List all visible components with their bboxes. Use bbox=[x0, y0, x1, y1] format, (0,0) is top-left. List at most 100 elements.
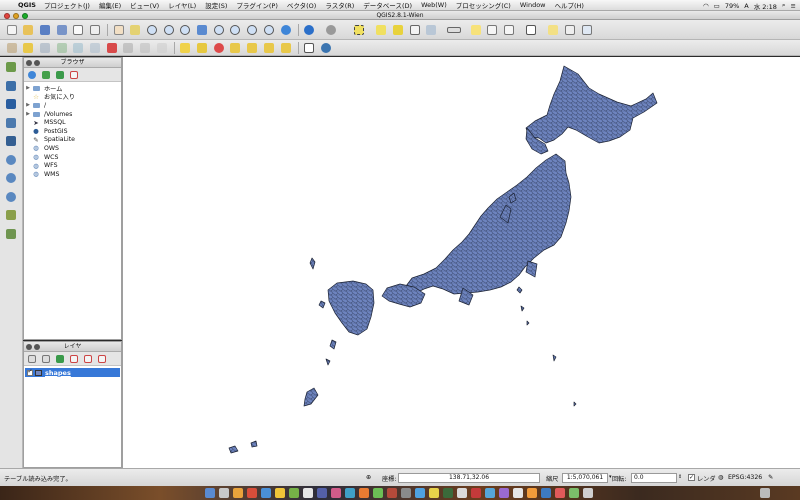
map-tips-icon[interactable] bbox=[468, 23, 483, 37]
save-edits-icon[interactable] bbox=[37, 41, 52, 55]
layer-visibility-checkbox[interactable] bbox=[27, 368, 33, 376]
run-feature-action-icon[interactable] bbox=[318, 23, 344, 37]
rotate-label-icon[interactable] bbox=[261, 41, 276, 55]
launchpad-icon[interactable] bbox=[219, 488, 229, 498]
tree-item-wfs[interactable]: ◍ WFS bbox=[24, 161, 121, 170]
app-icon[interactable] bbox=[555, 488, 565, 498]
form-annotation-icon[interactable] bbox=[546, 23, 561, 37]
message-log-icon[interactable]: ✎ bbox=[768, 474, 773, 481]
tree-item-mssql[interactable]: ➤ MSSQL bbox=[24, 118, 121, 127]
app-icon[interactable] bbox=[471, 488, 481, 498]
app-menu[interactable]: QGIS bbox=[18, 1, 36, 9]
trash-icon[interactable] bbox=[760, 488, 770, 498]
add-delimited-text-icon[interactable] bbox=[302, 41, 317, 55]
node-tool-icon[interactable] bbox=[87, 41, 102, 55]
menu-database[interactable]: データベース(D) bbox=[363, 0, 412, 10]
remove-layer-icon[interactable] bbox=[96, 353, 108, 364]
attribute-table-icon[interactable] bbox=[407, 23, 422, 37]
scale-combobox[interactable]: 1:5,070,061 bbox=[562, 473, 608, 483]
change-label-icon[interactable] bbox=[278, 41, 293, 55]
measure-line-icon[interactable] bbox=[441, 23, 467, 37]
app-icon[interactable] bbox=[261, 488, 271, 498]
add-spatialite-layer-icon[interactable] bbox=[3, 97, 20, 111]
app-icon[interactable] bbox=[499, 488, 509, 498]
python-console-icon[interactable] bbox=[318, 41, 333, 55]
save-project-icon[interactable] bbox=[37, 23, 52, 37]
render-checkbox[interactable]: ✓ bbox=[688, 474, 695, 481]
collapse-all-icon[interactable] bbox=[82, 353, 94, 364]
app-icon[interactable] bbox=[401, 488, 411, 498]
copy-features-icon[interactable] bbox=[138, 41, 153, 55]
zoom-window-button[interactable] bbox=[22, 12, 28, 19]
app-icon[interactable] bbox=[233, 488, 243, 498]
pin-labels-icon[interactable] bbox=[211, 41, 226, 55]
tree-item-root[interactable]: ▶ / bbox=[24, 101, 121, 110]
add-wcs-layer-icon[interactable] bbox=[3, 171, 20, 185]
tree-item-home[interactable]: ▶ ホーム bbox=[24, 84, 121, 93]
app-icon[interactable] bbox=[289, 488, 299, 498]
panel-close-icon[interactable] bbox=[26, 344, 32, 350]
open-project-icon[interactable] bbox=[21, 23, 36, 37]
add-raster-layer-icon[interactable] bbox=[3, 79, 20, 93]
rotation-stepper-icon[interactable]: ⇕ bbox=[678, 474, 682, 480]
pan-to-selection-icon[interactable] bbox=[128, 23, 143, 37]
app-icon[interactable] bbox=[429, 488, 439, 498]
add-group-icon[interactable] bbox=[40, 353, 52, 364]
cut-features-icon[interactable] bbox=[121, 41, 136, 55]
layer-labeling-icon[interactable] bbox=[195, 41, 210, 55]
add-vector-layer-icon[interactable] bbox=[3, 60, 20, 74]
app-icon[interactable] bbox=[345, 488, 355, 498]
menu-processing[interactable]: プロセッシング(C) bbox=[456, 0, 511, 10]
zoom-native-icon[interactable] bbox=[178, 23, 193, 37]
tree-item-ows[interactable]: ◍ OWS bbox=[24, 144, 121, 153]
tree-item-wms[interactable]: ◍ WMS bbox=[24, 170, 121, 179]
spotlight-icon[interactable]: ⌕ bbox=[782, 1, 786, 10]
paste-features-icon[interactable] bbox=[154, 41, 169, 55]
app-icon[interactable] bbox=[275, 488, 285, 498]
menu-vector[interactable]: ベクタ(O) bbox=[287, 0, 316, 10]
menu-help[interactable]: ヘルプ(H) bbox=[555, 0, 584, 10]
identify-icon[interactable] bbox=[302, 23, 317, 37]
wifi-icon[interactable]: ◠ bbox=[703, 2, 709, 10]
app-icon[interactable] bbox=[513, 488, 523, 498]
menu-edit[interactable]: 編集(E) bbox=[99, 0, 121, 10]
toggle-editing-icon[interactable] bbox=[21, 41, 36, 55]
minimize-window-button[interactable] bbox=[13, 12, 19, 19]
new-bookmark-icon[interactable] bbox=[485, 23, 500, 37]
add-wms-layer-icon[interactable] bbox=[3, 153, 20, 167]
save-as-icon[interactable] bbox=[54, 23, 69, 37]
finder-icon[interactable] bbox=[205, 488, 215, 498]
refresh-icon[interactable] bbox=[278, 23, 293, 37]
menu-plugins[interactable]: プラグイン(P) bbox=[236, 0, 278, 10]
menu-web[interactable]: Web(W) bbox=[421, 1, 447, 9]
crs-label[interactable]: EPSG:4326 bbox=[728, 474, 762, 481]
add-wfs-layer-icon[interactable] bbox=[3, 190, 20, 204]
battery-icon[interactable]: ▭ bbox=[714, 2, 720, 10]
app-icon[interactable] bbox=[359, 488, 369, 498]
tree-item-volumes[interactable]: ▶ /Volumes bbox=[24, 110, 121, 119]
menu-project[interactable]: プロジェクト(J) bbox=[44, 0, 90, 10]
new-shapefile-layer-icon[interactable] bbox=[3, 208, 20, 222]
notification-list-icon[interactable]: ≡ bbox=[791, 2, 796, 10]
tree-item-favourites[interactable]: ☆ お気に入り bbox=[24, 93, 121, 102]
map-canvas[interactable] bbox=[122, 57, 800, 468]
app-icon[interactable] bbox=[569, 488, 579, 498]
add-selected-layers-icon[interactable] bbox=[40, 69, 52, 80]
print-composer-icon[interactable] bbox=[71, 23, 86, 37]
app-icon[interactable] bbox=[303, 488, 313, 498]
app-icon[interactable] bbox=[415, 488, 425, 498]
app-icon[interactable] bbox=[373, 488, 383, 498]
app-icon[interactable] bbox=[583, 488, 593, 498]
add-postgis-layer-icon[interactable] bbox=[3, 116, 20, 130]
app-icon[interactable] bbox=[387, 488, 397, 498]
panel-float-icon[interactable] bbox=[34, 60, 40, 66]
label-icon[interactable] bbox=[178, 41, 193, 55]
app-icon[interactable] bbox=[457, 488, 467, 498]
zoom-out-icon[interactable] bbox=[161, 23, 176, 37]
tree-item-wcs[interactable]: ◍ WCS bbox=[24, 153, 121, 162]
coordinate-field[interactable]: 138.71,32.06 bbox=[398, 473, 540, 483]
rotation-spinbox[interactable]: 0.0 bbox=[631, 473, 677, 483]
tree-item-postgis[interactable]: ● PostGIS bbox=[24, 127, 121, 136]
zoom-next-icon[interactable] bbox=[261, 23, 276, 37]
new-project-icon[interactable] bbox=[4, 23, 19, 37]
